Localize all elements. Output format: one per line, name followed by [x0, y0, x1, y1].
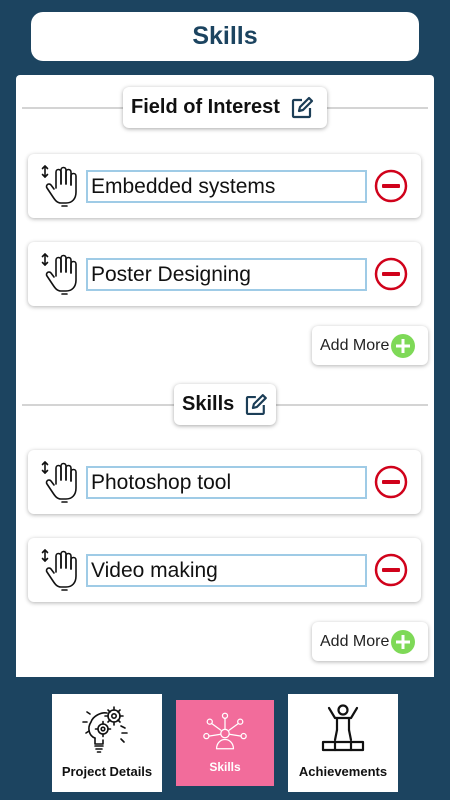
nav-label: Achievements	[298, 764, 388, 779]
edit-icon[interactable]	[290, 96, 314, 120]
drag-hand-icon[interactable]	[40, 548, 80, 594]
add-more-button[interactable]: Add More	[312, 326, 428, 365]
list-item: Poster Designing	[28, 242, 421, 306]
list-item: Embedded systems	[28, 154, 421, 218]
drag-hand-icon[interactable]	[40, 460, 80, 506]
item-text-field[interactable]: Video making	[86, 554, 367, 587]
item-text-field[interactable]: Embedded systems	[86, 170, 367, 203]
podium-winner-icon	[321, 704, 365, 752]
section-title-label: Field of Interest	[131, 96, 280, 118]
plus-icon	[391, 334, 415, 358]
remove-icon[interactable]	[374, 257, 408, 291]
content-panel[interactable]: Field of Interest Embedded systems Poste…	[16, 75, 434, 677]
add-more-label: Add More	[320, 632, 390, 650]
nav-achievements[interactable]: Achievements	[288, 694, 398, 792]
section-title-field-of-interest: Field of Interest	[123, 87, 327, 128]
section-title-skills: Skills	[174, 384, 276, 425]
item-text-field[interactable]: Photoshop tool	[86, 466, 367, 499]
item-text-field[interactable]: Poster Designing	[86, 258, 367, 291]
nav-skills[interactable]: Skills	[176, 700, 274, 786]
nav-label: Project Details	[61, 764, 153, 779]
nav-project-details[interactable]: Project Details	[52, 694, 162, 792]
drag-hand-icon[interactable]	[40, 252, 80, 298]
edit-icon[interactable]	[244, 393, 268, 417]
header-bar: Skills	[31, 12, 419, 61]
nav-label: Skills	[209, 760, 241, 774]
add-more-label: Add More	[320, 336, 390, 354]
add-more-button[interactable]: Add More	[312, 622, 428, 661]
section-title-label: Skills	[182, 393, 235, 415]
list-item: Video making	[28, 538, 421, 602]
brain-gears-icon	[82, 706, 128, 753]
person-network-icon	[203, 712, 247, 750]
drag-hand-icon[interactable]	[40, 164, 80, 210]
list-item: Photoshop tool	[28, 450, 421, 514]
remove-icon[interactable]	[374, 465, 408, 499]
page-title: Skills	[192, 22, 258, 50]
remove-icon[interactable]	[374, 553, 408, 587]
remove-icon[interactable]	[374, 169, 408, 203]
plus-icon	[391, 630, 415, 654]
